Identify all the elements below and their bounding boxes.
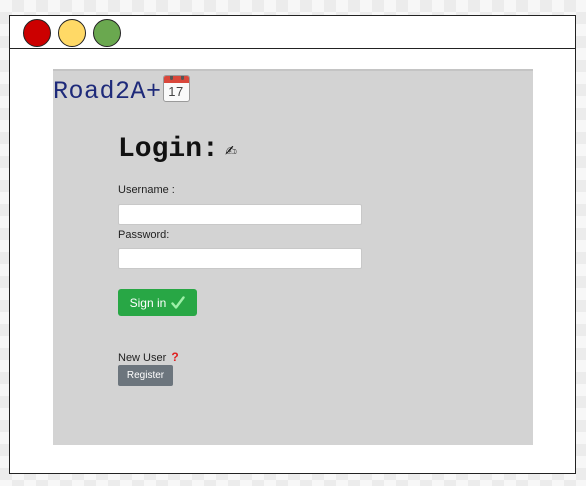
close-window-button[interactable] (23, 19, 51, 47)
sign-in-label: Sign in (129, 295, 167, 310)
password-label: Password: (118, 229, 170, 241)
sign-in-button[interactable]: Sign in (118, 289, 197, 316)
page-title: Login: ✍ (118, 134, 237, 165)
calendar-icon: 17 (162, 75, 190, 102)
new-user-prompt: New User ? (118, 350, 179, 364)
brand-name: Road2A+ (53, 77, 162, 106)
checkmark-icon (171, 295, 186, 309)
brand-logo[interactable]: Road2A+ 17 (53, 75, 190, 106)
new-user-label: New User (118, 352, 167, 364)
window-titlebar (10, 16, 575, 49)
login-panel: Road2A+ 17 Login: ✍ Username : Password:… (53, 69, 533, 445)
maximize-window-button[interactable] (93, 19, 121, 47)
minimize-window-button[interactable] (58, 19, 86, 47)
calendar-icon-number: 17 (168, 84, 184, 99)
username-label: Username : (118, 184, 175, 196)
register-button[interactable]: Register (118, 365, 173, 386)
browser-window: Road2A+ 17 Login: ✍ Username : Password:… (9, 15, 576, 474)
username-input[interactable] (118, 204, 362, 225)
login-heading: Login: (118, 134, 219, 165)
writing-hand-icon: ✍ (224, 139, 237, 163)
password-input[interactable] (118, 248, 362, 269)
question-mark-icon: ? (171, 350, 179, 364)
